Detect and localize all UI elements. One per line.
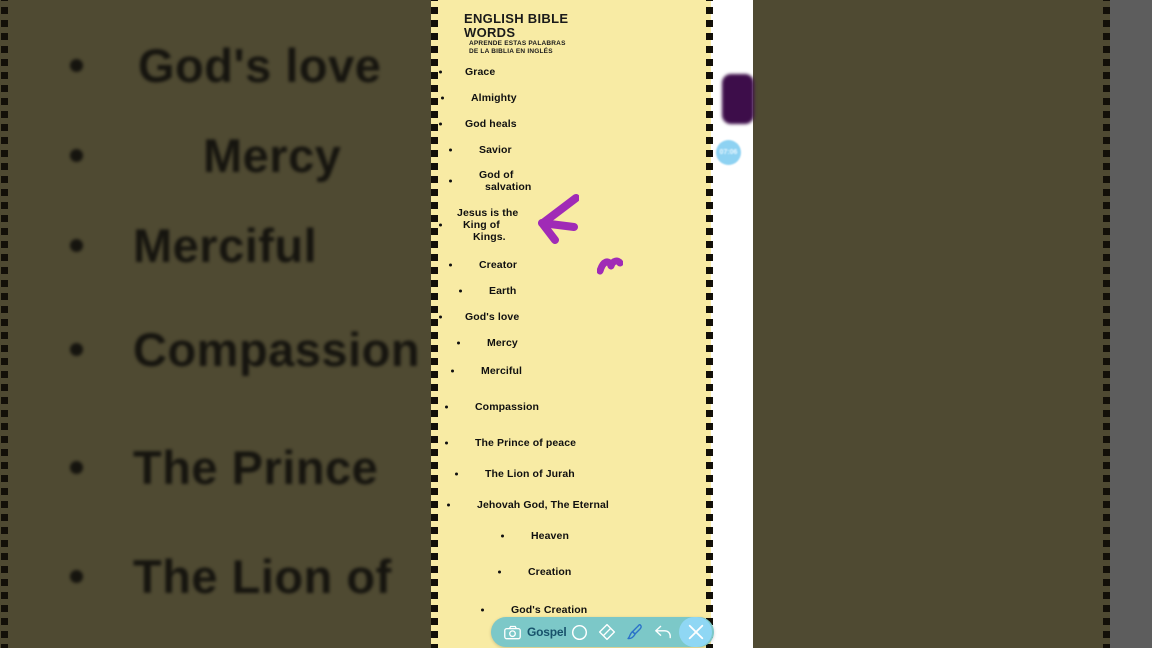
word-list-item: Creation: [431, 562, 711, 582]
word-list-item: The Lion of Jurah: [431, 464, 711, 484]
word-list-item: Jehovah God, The Eternal: [431, 495, 711, 515]
note-title-line-1: ENGLISH BIBLE: [464, 11, 569, 26]
word-list-item: Compassion: [431, 397, 711, 417]
bullet-icon: [70, 148, 83, 162]
word-list-item-label: Earth: [489, 285, 517, 297]
bullet-icon: [449, 148, 452, 152]
bg-item-label: Merciful: [133, 218, 318, 272]
purple-chip-overlay: [722, 74, 754, 124]
circle-icon[interactable]: [566, 617, 593, 647]
timestamp-badge: 07:06: [716, 140, 741, 165]
bg-item-label: The Prince: [133, 440, 379, 494]
drawing-toolbar[interactable]: Gospel: [491, 617, 715, 647]
bullet-icon: [439, 122, 442, 126]
word-list-item: Almighty: [431, 88, 711, 108]
word-list-item: God of salvation: [431, 168, 711, 194]
word-list-item-label-line2: salvation: [485, 181, 532, 193]
perforation-right-edge: [1103, 0, 1110, 648]
bullet-icon: [70, 238, 83, 252]
word-list-item-label: Savior: [479, 144, 512, 156]
bullet-icon: [70, 58, 83, 72]
bullet-icon: [449, 263, 452, 267]
toolbar-brand-label: Gospel: [527, 625, 567, 639]
bg-item-label: Mercy: [203, 128, 342, 182]
perforation-left-edge: [1, 0, 8, 648]
brush-icon[interactable]: [621, 617, 649, 647]
bg-item-label: The Lion of: [133, 549, 392, 603]
word-list-item-label: God's Creation: [511, 604, 588, 616]
word-list-item-label: God of: [479, 169, 514, 181]
word-list-item: Heaven: [431, 526, 711, 546]
word-list-item-label: Jehovah God, The Eternal: [477, 499, 609, 511]
word-list-item-label: Creation: [528, 566, 572, 578]
bullet-icon: [457, 341, 460, 345]
bullet-icon: [70, 569, 83, 583]
bullet-icon: [439, 223, 442, 227]
word-list-item: Creator: [431, 255, 711, 275]
bullet-icon: [447, 503, 450, 507]
word-list-item-label: Mercy: [487, 337, 518, 349]
bullet-icon: [449, 179, 452, 183]
note-subtitle-line-2: DE LA BIBLIA EN INGLÉS: [469, 48, 553, 55]
note-header: ENGLISH BIBLE WORDS APRENDE ESTAS PALABR…: [431, 0, 711, 56]
bg-item-label: Compassion: [133, 322, 421, 376]
bullet-icon: [445, 441, 448, 445]
word-list-item: The Prince of peace: [431, 433, 711, 453]
word-list-item-label: Grace: [465, 66, 496, 78]
bg-item-label: God's love: [138, 38, 382, 92]
perforation-page-right: [706, 0, 713, 648]
word-list-item-label: God heals: [465, 118, 517, 130]
word-list-item-label-line2: King of: [463, 219, 500, 231]
bullet-icon: [455, 472, 458, 476]
bullet-icon: [439, 315, 442, 319]
word-list-item-label: God's love: [465, 311, 520, 323]
bg-item-label: Earth: [203, 0, 326, 3]
bullet-icon: [445, 405, 448, 409]
word-list-item-label: Merciful: [481, 365, 523, 377]
bullet-icon: [498, 570, 501, 574]
bullet-icon: [439, 70, 442, 74]
word-list-item: God's love: [431, 307, 711, 327]
word-list: Grace Almighty God heals Savior God of salvat…: [431, 62, 711, 648]
perforation-page-left: [431, 0, 438, 648]
bullet-icon: [501, 534, 504, 538]
bullet-icon: [481, 608, 484, 612]
word-list-item-label: The Lion of Jurah: [485, 468, 575, 480]
word-list-item: Jesus is the King of Kings.: [431, 206, 711, 244]
word-list-item-label-line3: Kings.: [473, 231, 506, 243]
bullet-icon: [459, 289, 462, 293]
bullet-icon: [451, 369, 454, 373]
word-list-item: Savior: [431, 140, 711, 160]
word-list-item-label: Heaven: [531, 530, 569, 542]
bullet-icon: [70, 342, 83, 356]
note-subtitle-line-1: APRENDE ESTAS PALABRAS: [469, 40, 566, 47]
word-list-item: Mercy: [431, 333, 711, 353]
word-list-item-label: Compassion: [475, 401, 540, 413]
bullet-icon: [70, 460, 83, 474]
eraser-icon[interactable]: [593, 617, 621, 647]
close-icon: [688, 624, 704, 640]
word-list-item: God heals: [431, 114, 711, 134]
word-list-item: Grace: [431, 62, 711, 82]
bullet-icon: [441, 96, 444, 100]
word-list-item-label: Creator: [479, 259, 518, 271]
camera-icon[interactable]: [499, 617, 526, 647]
note-page[interactable]: ENGLISH BIBLE WORDS APRENDE ESTAS PALABR…: [431, 0, 711, 648]
word-list-item: Earth: [431, 281, 711, 301]
word-list-item-label: Jesus is the: [457, 207, 519, 219]
word-list-item: Merciful: [431, 361, 711, 381]
note-title-line-2: WORDS: [464, 25, 516, 40]
close-button[interactable]: [679, 617, 713, 647]
screen: Earth God's love Mercy Merciful Compassi…: [0, 0, 1152, 648]
undo-icon[interactable]: [649, 617, 677, 647]
right-gutter: [1110, 0, 1152, 648]
word-list-item-label: The Prince of peace: [475, 437, 577, 449]
word-list-item-label: Almighty: [471, 92, 517, 104]
